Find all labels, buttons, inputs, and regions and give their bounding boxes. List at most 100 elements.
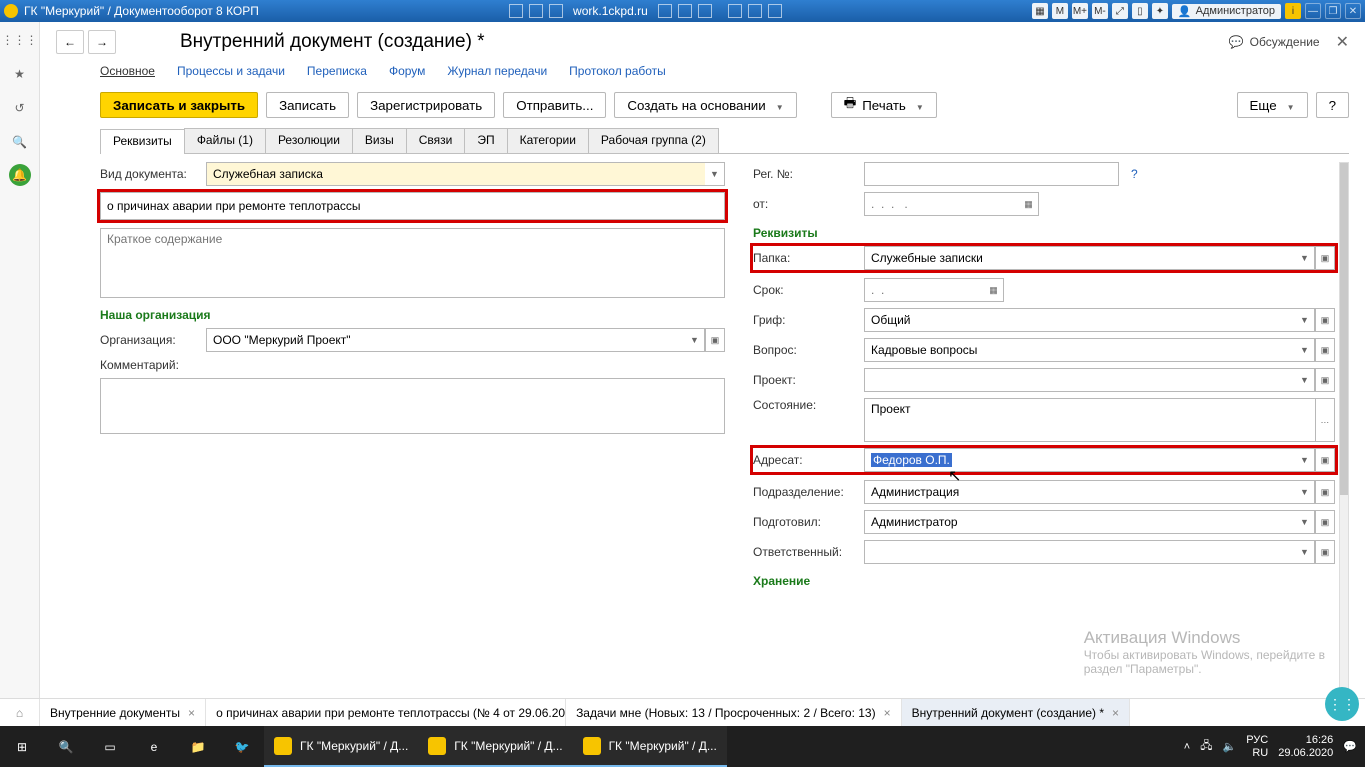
task-view-icon[interactable]: ▭ [88, 726, 132, 767]
regno-input[interactable] [864, 162, 1119, 186]
print-button[interactable]: 🖶 Печать [831, 92, 937, 118]
search-icon[interactable]: 🔍 [8, 130, 32, 154]
organization-input[interactable] [206, 328, 685, 352]
mdi-restore-icon[interactable] [748, 4, 762, 18]
open-icon[interactable]: ▣ [1315, 540, 1335, 564]
tab-workgroup[interactable]: Рабочая группа (2) [588, 128, 719, 153]
taskbar-app[interactable]: ГК "Меркурий" / Д... [264, 726, 418, 767]
m-btn[interactable]: M [1052, 3, 1068, 19]
project-input[interactable] [864, 368, 1295, 392]
support-bubble-icon[interactable]: ⋮⋮ [1325, 687, 1359, 721]
dropdown-icon[interactable]: ▼ [1295, 308, 1315, 332]
search-icon[interactable]: 🔍 [44, 726, 88, 767]
nav-correspondence[interactable]: Переписка [307, 64, 367, 78]
history-icon[interactable]: ↺ [8, 96, 32, 120]
ellipsis-icon[interactable]: … [1316, 398, 1335, 442]
save-and-close-button[interactable]: Записать и закрыть [100, 92, 258, 118]
register-button[interactable]: Зарегистрировать [357, 92, 495, 118]
info-icon[interactable]: i [1285, 3, 1301, 19]
tab-links[interactable]: Связи [406, 128, 466, 153]
page-close-icon[interactable]: ✕ [1336, 32, 1349, 52]
nav-back-button[interactable]: ← [56, 30, 84, 54]
tab-attributes[interactable]: Реквизиты [100, 129, 185, 154]
form-scrollbar[interactable] [1339, 162, 1349, 718]
dropdown-icon[interactable]: ▼ [1295, 368, 1315, 392]
close-icon[interactable]: × [188, 706, 195, 720]
dropdown-icon[interactable]: ▼ [1295, 510, 1315, 534]
open-tab[interactable]: Внутренние документы× [40, 699, 206, 726]
status-input[interactable]: Проект [864, 398, 1316, 442]
close-icon[interactable]: × [1112, 706, 1119, 720]
nav-main[interactable]: Основное [100, 64, 155, 78]
subject-input[interactable] [100, 192, 725, 220]
doc-type-input[interactable] [206, 162, 705, 186]
open-icon[interactable]: ▣ [1315, 246, 1335, 270]
tab-resolutions[interactable]: Резолюции [265, 128, 353, 153]
send-button[interactable]: Отправить... [503, 92, 606, 118]
mdi-tab[interactable] [722, 1, 788, 21]
tab-categories[interactable]: Категории [507, 128, 589, 153]
open-icon[interactable]: ▣ [1315, 480, 1335, 504]
dropdown-icon[interactable]: ▼ [1295, 448, 1315, 472]
window-close-icon[interactable]: ✕ [1345, 3, 1361, 19]
from-date-input[interactable] [864, 192, 1019, 216]
taskbar-app[interactable]: ГК "Меркурий" / Д... [418, 726, 572, 767]
question-input[interactable] [864, 338, 1295, 362]
tab-visas[interactable]: Визы [352, 128, 407, 153]
mplus-btn[interactable]: M+ [1072, 3, 1088, 19]
favorite-icon[interactable]: ★ [8, 62, 32, 86]
tab-signature[interactable]: ЭП [464, 128, 507, 153]
create-based-button[interactable]: Создать на основании [614, 92, 796, 118]
responsible-input[interactable] [864, 540, 1295, 564]
mdi-min-icon[interactable] [509, 4, 523, 18]
nav-forward-button[interactable]: → [88, 30, 116, 54]
tray-time[interactable]: 16:26 [1278, 734, 1333, 747]
open-icon[interactable]: ▣ [1315, 338, 1335, 362]
open-icon[interactable]: ▣ [1315, 448, 1335, 472]
notifications-icon[interactable]: 🔔 [9, 164, 31, 186]
discuss-button[interactable]: 💬 Обсуждение [1229, 35, 1320, 49]
grif-input[interactable] [864, 308, 1295, 332]
open-icon[interactable]: ▣ [1315, 368, 1335, 392]
deadline-input[interactable] [864, 278, 984, 302]
open-icon[interactable]: ▣ [1315, 510, 1335, 534]
dropdown-icon[interactable]: ▼ [705, 162, 725, 186]
mdi-min-icon[interactable] [658, 4, 672, 18]
mminus-btn[interactable]: M- [1092, 3, 1108, 19]
mdi-restore-icon[interactable] [529, 4, 543, 18]
mdi-close-icon[interactable] [549, 4, 563, 18]
open-tab[interactable]: Задачи мне (Новых: 13 / Просроченных: 2 … [566, 699, 902, 726]
mdi-min-icon[interactable] [728, 4, 742, 18]
start-button[interactable]: ⊞ [0, 726, 44, 767]
tray-network-icon[interactable]: 🖧 [1200, 737, 1212, 756]
open-icon[interactable]: ▣ [705, 328, 725, 352]
tray-notification-icon[interactable]: 💬 [1343, 740, 1357, 753]
dropdown-icon[interactable]: ▼ [1295, 246, 1315, 270]
window-restore-icon[interactable]: ❐ [1325, 3, 1341, 19]
tools-icon[interactable]: ✦ [1152, 3, 1168, 19]
calendar-icon[interactable]: ▦ [984, 278, 1004, 302]
nav-transfer-log[interactable]: Журнал передачи [447, 64, 547, 78]
home-icon[interactable]: ⌂ [0, 699, 40, 726]
brief-textarea[interactable] [100, 228, 725, 298]
open-tab[interactable]: о причинах аварии при ремонте теплотрасс… [206, 699, 566, 726]
mdi-tab[interactable] [503, 1, 569, 21]
open-icon[interactable]: ▣ [1315, 308, 1335, 332]
dropdown-icon[interactable]: ▼ [1295, 338, 1315, 362]
mdi-tab[interactable] [652, 1, 718, 21]
dropdown-icon[interactable]: ▼ [1295, 540, 1315, 564]
calendar-icon[interactable]: ▦ [1032, 3, 1048, 19]
current-user[interactable]: 👤 Администратор [1172, 4, 1281, 19]
department-input[interactable] [864, 480, 1295, 504]
tray-chevron-icon[interactable]: ˄ [1184, 741, 1190, 753]
apps-icon[interactable]: ⋮⋮⋮ [8, 28, 32, 52]
mdi-restore-icon[interactable] [678, 4, 692, 18]
window-min-icon[interactable]: — [1305, 3, 1321, 19]
tray-volume-icon[interactable]: 🔈 [1223, 740, 1237, 753]
nav-processes[interactable]: Процессы и задачи [177, 64, 285, 78]
mdi-close-icon[interactable] [698, 4, 712, 18]
folder-input[interactable] [864, 246, 1295, 270]
dropdown-icon[interactable]: ▼ [1295, 480, 1315, 504]
addressee-input[interactable]: Федоров О.П. [864, 448, 1295, 472]
prepared-input[interactable] [864, 510, 1295, 534]
